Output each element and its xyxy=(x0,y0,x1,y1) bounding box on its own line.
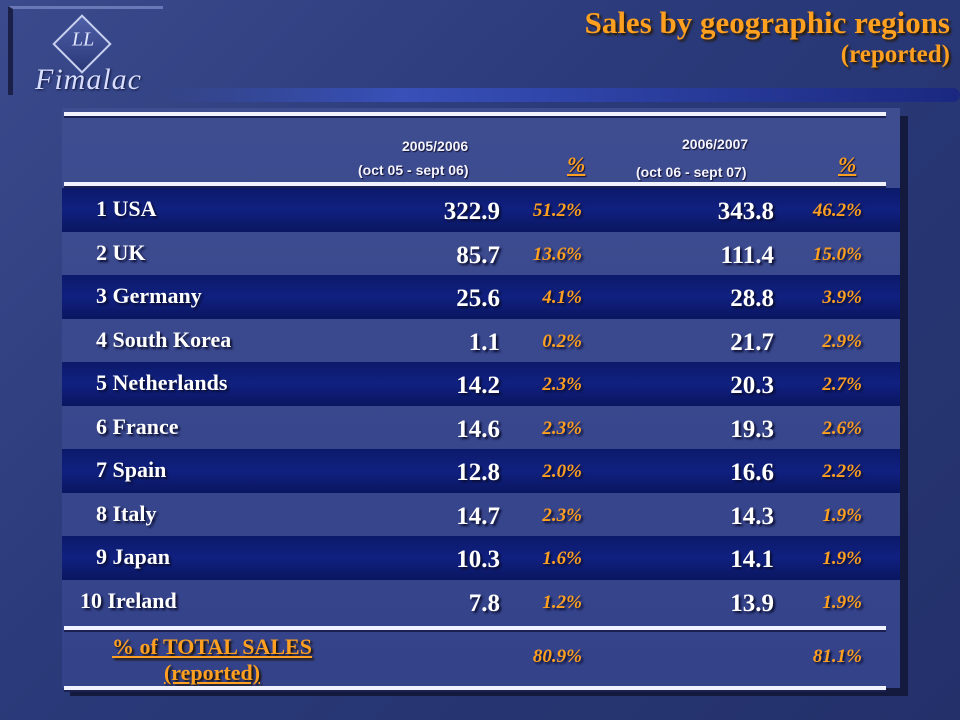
pct-period2: 1.9% xyxy=(822,504,862,526)
region-name: 2 UK xyxy=(96,239,146,265)
value-period1: 25.6 xyxy=(456,285,500,312)
decorative-streak xyxy=(160,88,960,102)
pct-period2: 2.7% xyxy=(822,374,862,395)
pct-period2: 2.9% xyxy=(822,330,862,352)
value-period2: 21.7 xyxy=(730,328,774,356)
total-label-line2: (reported) xyxy=(163,660,261,685)
pct-period1: 0.2% xyxy=(542,330,582,352)
region-name: 8 Italy xyxy=(96,500,157,526)
table-row: 7 Spain 12.8 2.0% 16.6 2.2% xyxy=(62,449,900,493)
total-pct2: 81.1% xyxy=(812,646,862,667)
table-row: 4 South Korea 1.1 0.2% 21.7 2.9% xyxy=(62,319,900,363)
table-row: 6 France 14.6 2.3% 19.3 2.6% xyxy=(62,406,900,450)
divider xyxy=(64,112,886,116)
pct-period2: 3.9% xyxy=(822,287,862,308)
value-period1: 12.8 xyxy=(456,459,500,486)
table-row: 5 Netherlands 14.2 2.3% 20.3 2.7% xyxy=(62,362,900,406)
page-title: Sales by geographic regions (reported) xyxy=(585,6,950,70)
value-period1: 14.2 xyxy=(456,372,500,399)
header-period2: 2006/2007 xyxy=(682,136,749,152)
sales-table: 2005/2006 (oct 05 - sept 06) % 2006/2007… xyxy=(62,108,900,690)
table-row: 2 UK 85.7 13.6% 111.4 15.0% xyxy=(62,232,900,276)
region-name: 3 Germany xyxy=(96,283,202,308)
pct-period2: 2.6% xyxy=(822,417,862,439)
value-period1: 10.3 xyxy=(456,546,500,573)
pct-period1: 2.3% xyxy=(542,374,582,395)
pct-period1: 2.3% xyxy=(542,504,582,526)
title-line2: (reported) xyxy=(840,41,950,68)
table-row: 8 Italy 14.7 2.3% 14.3 1.9% xyxy=(62,493,900,537)
value-period1: 1.1 xyxy=(468,328,500,356)
region-name: 7 Spain xyxy=(96,457,167,482)
pct-period2: 46.2% xyxy=(812,200,862,221)
region-name: 1 USA xyxy=(96,196,157,221)
table-row: 3 Germany 25.6 4.1% 28.8 3.9% xyxy=(62,275,900,319)
pct-period2: 2.2% xyxy=(822,461,862,482)
value-period1: 85.7 xyxy=(456,241,500,269)
pct-period1: 13.6% xyxy=(532,243,582,265)
total-label-line1: % of TOTAL SALES xyxy=(112,634,312,659)
header-period1: 2005/2006 xyxy=(402,138,469,154)
value-period2: 13.9 xyxy=(730,589,774,617)
value-period2: 14.1 xyxy=(730,546,774,573)
header-pct1: % xyxy=(567,152,586,177)
pct-period1: 1.2% xyxy=(542,591,582,613)
header-period1-range: (oct 05 - sept 06) xyxy=(358,162,469,178)
pct-period2: 1.9% xyxy=(822,548,862,569)
pct-period1: 51.2% xyxy=(532,200,582,221)
title-line1: Sales by geographic regions xyxy=(584,5,950,40)
value-period2: 28.8 xyxy=(730,285,774,312)
value-period1: 14.7 xyxy=(456,502,500,530)
value-period2: 14.3 xyxy=(730,502,774,530)
region-name: 10 Ireland xyxy=(80,587,177,613)
region-name: 4 South Korea xyxy=(96,326,232,352)
divider xyxy=(64,626,886,630)
value-period2: 19.3 xyxy=(730,415,774,443)
value-period1: 322.9 xyxy=(443,198,500,225)
header-period2-range: (oct 06 - sept 07) xyxy=(636,164,747,180)
pct-period1: 2.3% xyxy=(542,417,582,439)
brand-name: Fimalac xyxy=(35,63,142,96)
value-period1: 7.8 xyxy=(468,589,500,617)
pct-period1: 2.0% xyxy=(542,461,582,482)
pct-period2: 15.0% xyxy=(812,243,862,265)
value-period2: 20.3 xyxy=(730,372,774,399)
region-name: 9 Japan xyxy=(96,544,170,569)
value-period2: 111.4 xyxy=(720,241,775,269)
divider xyxy=(64,182,886,186)
value-period2: 343.8 xyxy=(717,198,774,225)
total-label: % of TOTAL SALES (reported) xyxy=(62,634,362,686)
pct-period1: 1.6% xyxy=(542,548,582,569)
pct-period2: 1.9% xyxy=(822,591,862,613)
region-name: 6 France xyxy=(96,413,179,439)
value-period2: 16.6 xyxy=(730,459,774,486)
pct-period1: 4.1% xyxy=(542,287,582,308)
logo-monogram: LL xyxy=(72,28,95,51)
header-pct2: % xyxy=(838,152,857,177)
logo: LL Fimalac xyxy=(8,6,163,96)
region-name: 5 Netherlands xyxy=(96,370,228,395)
table-row: 10 Ireland 7.8 1.2% 13.9 1.9% xyxy=(62,580,900,624)
value-period1: 14.6 xyxy=(456,415,500,443)
total-pct1: 80.9% xyxy=(532,646,582,667)
table-row: 9 Japan 10.3 1.6% 14.1 1.9% xyxy=(62,536,900,580)
divider xyxy=(64,686,886,690)
table-row: 1 USA 322.9 51.2% 343.8 46.2% xyxy=(62,188,900,232)
